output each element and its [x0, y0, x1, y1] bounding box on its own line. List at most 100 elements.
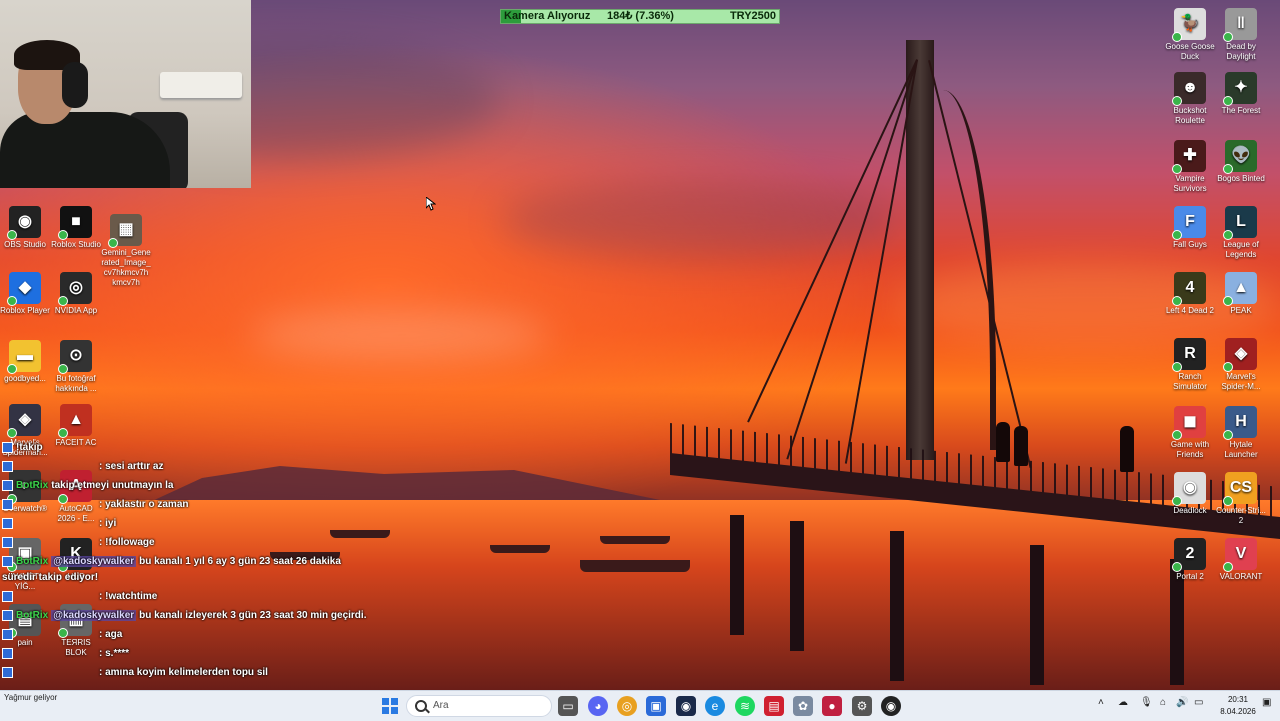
roblox-player-icon: ◆ [7, 272, 41, 306]
notification-icon[interactable]: ▣ [1262, 697, 1271, 708]
taskbar-search[interactable]: Ara [406, 695, 552, 717]
desktop-icon-label: Hytale Launcher [1224, 440, 1258, 459]
chat-message: : !watchtime [2, 591, 157, 602]
chat-text: süredir takip ediyor! [2, 572, 99, 583]
store-icon[interactable]: ▣ [646, 696, 666, 716]
steam-icon[interactable]: ◉ [676, 696, 696, 716]
chat-text: : iyi [99, 518, 117, 529]
desktop-icon-fall-guys[interactable]: F Fall Guys [1165, 206, 1215, 250]
chrome-icon[interactable]: ◎ [617, 696, 637, 716]
desktop-icon-valorant[interactable]: V VALORANT [1216, 538, 1266, 582]
chat-message: : !followage [2, 537, 155, 548]
buckshot-roulette-icon: ☻ [1172, 72, 1206, 106]
chat-badge-icon [2, 518, 13, 529]
portal-2-icon: 2 [1172, 538, 1206, 572]
bu-fotograf-icon: ⊙ [58, 340, 92, 374]
desktop-icon-label: OBS Studio [4, 240, 46, 249]
game-with-friends-icon: ◼ [1172, 406, 1206, 440]
desktop-icon-dead-by-daylight[interactable]: ‖ Dead by Daylight [1216, 8, 1266, 62]
edge-icon[interactable]: e [705, 696, 725, 716]
desktop-icon-marvels-spiderman[interactable]: ◈ Marvel's Spider-M... [1216, 338, 1266, 392]
obs-studio-icon: ◉ [7, 206, 41, 240]
desktop-icon-gemini-image[interactable]: ▦ Gemini_Gene rated_Image_ cv7hkmcv7h kmc… [101, 214, 151, 288]
desktop-icon-label: Fall Guys [1173, 240, 1207, 249]
discord-icon[interactable]: ◕ [588, 696, 608, 716]
obs-taskbar-icon[interactable]: ◉ [881, 696, 901, 716]
volume-icon[interactable]: 🔊 [1176, 697, 1188, 708]
app-icon-rec[interactable]: ● [822, 696, 842, 716]
desktop-icon-vampire-survivors[interactable]: ✚ Vampire Survivors [1165, 140, 1215, 194]
weather-label: Yağmur geliyor [4, 693, 58, 702]
clock[interactable]: 20:31 8.04.2026 [1218, 694, 1258, 718]
desktop-icon-bogos-binted[interactable]: 👽 Bogos Binted [1216, 140, 1266, 184]
desktop-icon-label: PEAK [1230, 306, 1252, 315]
desktop-icon-ranch-simulator[interactable]: R Ranch Simulator [1165, 338, 1215, 392]
start-button[interactable] [380, 696, 400, 716]
faceit-ac-icon: ▲ [58, 404, 92, 438]
desktop-icon-roblox-player[interactable]: ◆ Roblox Player [0, 272, 50, 316]
chat-text: bu kanalı izleyerek 3 gün 23 saat 30 min… [139, 610, 367, 621]
chat-message: BotRix takip etmeyi unutmayın la [2, 480, 174, 491]
air-conditioner [160, 72, 242, 98]
peak-icon: ▲ [1223, 272, 1257, 306]
desktop-icon-label: Bu fotoğraf hakkında ... [55, 374, 97, 393]
desktop-icon-goodbyed[interactable]: ▬ goodbyed... [0, 340, 50, 384]
chat-text: : !followage [99, 537, 155, 548]
valorant-icon: V [1223, 538, 1257, 572]
desktop-icon-peak[interactable]: ▲ PEAK [1216, 272, 1266, 316]
chat-text: : !watchtime [99, 591, 158, 602]
mic-icon[interactable]: 🎙 [1140, 697, 1153, 708]
fall-guys-icon: F [1172, 206, 1206, 240]
desktop-icon-roblox-studio[interactable]: ■ Roblox Studio [51, 206, 101, 250]
chat-text: : s.**** [99, 648, 130, 659]
chat-message: : sesi arttır az [2, 461, 163, 472]
desktop-icon-nvidia-app[interactable]: ◎ NVIDIA App [51, 272, 101, 316]
donation-goal-label: Kamera Alıyoruz [504, 10, 591, 22]
desktop-icon-hytale-launcher[interactable]: H Hytale Launcher [1216, 406, 1266, 460]
desktop-icon-label: Roblox Player [0, 306, 50, 315]
desktop-icon-bu-fotograf[interactable]: ⊙ Bu fotoğraf hakkında ... [51, 340, 101, 394]
battery-icon[interactable]: ▭ [1194, 697, 1203, 708]
chat-text: !takip [16, 442, 43, 453]
desktop-icon-faceit-ac[interactable]: ▲ FACEIT AC [51, 404, 101, 448]
desktop-icon-left-4-dead-2[interactable]: 4 Left 4 Dead 2 [1165, 272, 1215, 316]
desktop-icon-autocad[interactable]: A AutoCAD 2026 - E... [51, 470, 101, 524]
desktop-icon-deadlock[interactable]: ◉ Deadlock [1165, 472, 1215, 516]
taskbar: Yağmur geliyor Ara ▭ ◕ ◎ ▣ ◉ e ≋ ▤ ✿ ● ⚙… [0, 690, 1280, 721]
app-icon-red[interactable]: ▤ [764, 696, 784, 716]
roblox-studio-icon: ■ [58, 206, 92, 240]
desktop-icon-buckshot-roulette[interactable]: ☻ Buckshot Roulette [1165, 72, 1215, 126]
desktop-icon-counter-strike-2[interactable]: CS Counter-Stri... 2 [1216, 472, 1266, 526]
cloud-icon[interactable]: ☁ [1118, 697, 1128, 708]
chat-mention: @kadoskywalker [51, 610, 137, 621]
spotify-icon[interactable]: ≋ [735, 696, 755, 716]
desktop-icon-goose-goose-duck[interactable]: 🦆 Goose Goose Duck [1165, 8, 1215, 62]
chat-message: : yaklastır o zaman [2, 499, 188, 510]
desktop-icon-game-with-friends[interactable]: ◼ Game with Friends [1165, 406, 1215, 460]
nvidia-app-icon: ◎ [58, 272, 92, 306]
chat-text: : yaklastır o zaman [99, 499, 189, 510]
streamer-body [0, 112, 170, 188]
settings-icon[interactable]: ⚙ [852, 696, 872, 716]
app-icon-gear[interactable]: ✿ [793, 696, 813, 716]
chat-mention: @kadoskywalker [51, 556, 137, 567]
chat-message: süredir takip ediyor! [2, 572, 98, 583]
desktop-icon-label: Buckshot Roulette [1173, 106, 1207, 125]
desktop-icon-portal-2[interactable]: 2 Portal 2 [1165, 538, 1215, 582]
chat-message: : aga [2, 629, 122, 640]
desktop-icon-league-of-legends[interactable]: L League of Legends [1216, 206, 1266, 260]
chat-username: BotRix [16, 480, 49, 491]
desktop-icon-label: Marvel's Spider-M... [1221, 372, 1261, 391]
desktop-icon-obs-studio[interactable]: ◉ OBS Studio [0, 206, 50, 250]
chevron-up-icon[interactable]: ˄ [1098, 697, 1104, 708]
chat-message: : s.**** [2, 648, 129, 659]
desktop-icon-the-forest[interactable]: ✦ The Forest [1216, 72, 1266, 116]
task-view-icon[interactable]: ▭ [558, 696, 578, 716]
gemini-image-icon: ▦ [108, 214, 142, 248]
desktop-icon-label: Goose Goose Duck [1165, 42, 1215, 61]
windows-icon [382, 698, 398, 714]
chat-username: BotRix [16, 610, 49, 621]
network-icon[interactable]: ⌂ [1160, 697, 1166, 708]
donation-goal-amount: 184₺ (7.36%) [607, 10, 674, 22]
chat-badge-icon [2, 591, 13, 602]
